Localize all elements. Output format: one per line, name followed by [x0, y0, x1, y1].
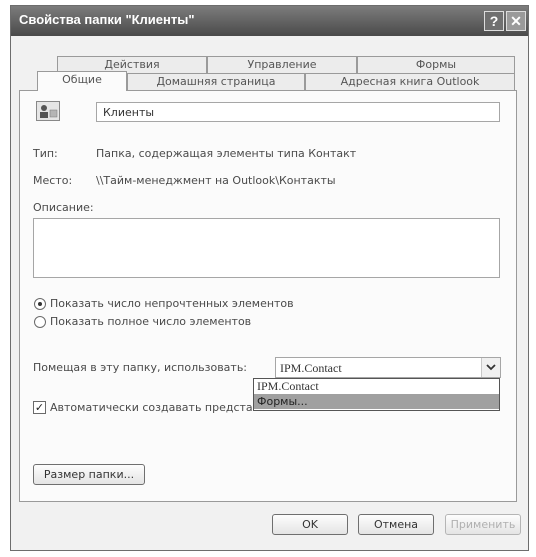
dropdown-option-forms[interactable]: Формы... — [254, 394, 499, 409]
radio-selected-dot — [38, 302, 42, 306]
post-form-select[interactable]: IPM.Contact — [275, 357, 501, 378]
dropdown-option-ipm-contact[interactable]: IPM.Contact — [254, 379, 499, 394]
folder-name-value: Клиенты — [103, 106, 155, 119]
location-label: Место: — [33, 174, 73, 187]
description-textarea[interactable] — [33, 218, 500, 278]
tab-forms[interactable]: Формы — [357, 56, 515, 73]
ok-button[interactable]: OK — [272, 514, 348, 535]
window-title: Свойства папки "Клиенты" — [19, 12, 195, 27]
apply-button[interactable]: Применить — [445, 514, 521, 535]
radio-show-total-label[interactable]: Показать полное число элементов — [50, 315, 251, 328]
type-label: Тип: — [33, 147, 58, 160]
tab-home-page[interactable]: Домашняя страница — [127, 73, 305, 90]
type-value: Папка, содержащая элементы типа Контакт — [96, 147, 357, 160]
auto-create-checkbox[interactable]: ✓ — [33, 401, 46, 414]
description-label: Описание: — [33, 201, 94, 214]
folder-size-button[interactable]: Размер папки... — [33, 464, 145, 485]
folder-name-input[interactable]: Клиенты — [96, 102, 500, 122]
tab-administration[interactable]: Управление — [207, 56, 357, 73]
cancel-button[interactable]: Отмена — [358, 514, 434, 535]
checkmark-icon: ✓ — [34, 401, 45, 414]
post-form-dropdown-list: IPM.Contact Формы... — [253, 378, 500, 411]
radio-show-unread[interactable] — [34, 298, 46, 310]
general-tab-panel: Клиенты Тип: Папка, содержащая элементы … — [19, 90, 517, 502]
title-bar[interactable]: Свойства папки "Клиенты" ? ✕ — [11, 6, 528, 36]
post-form-value: IPM.Contact — [280, 361, 342, 375]
post-form-label: Помещая в эту папку, использовать: — [33, 361, 248, 374]
help-icon[interactable]: ? — [484, 11, 504, 31]
dialog-body: Действия Управление Формы Общие Домашняя… — [17, 42, 522, 546]
close-icon[interactable]: ✕ — [506, 11, 526, 31]
location-value: \\Тайм-менеджмент на Outlook\Контакты — [96, 174, 336, 187]
tab-outlook-address-book[interactable]: Адресная книга Outlook — [305, 73, 515, 90]
radio-show-unread-label[interactable]: Показать число непрочтенных элементов — [50, 297, 294, 310]
folder-properties-dialog: Свойства папки "Клиенты" ? ✕ Действия Уп… — [10, 5, 529, 551]
chevron-down-icon[interactable] — [481, 358, 500, 377]
radio-show-total[interactable] — [34, 316, 46, 328]
contact-folder-icon — [36, 101, 60, 121]
tab-general[interactable]: Общие — [37, 71, 127, 91]
auto-create-label[interactable]: Автоматически создавать представ — [50, 401, 259, 414]
